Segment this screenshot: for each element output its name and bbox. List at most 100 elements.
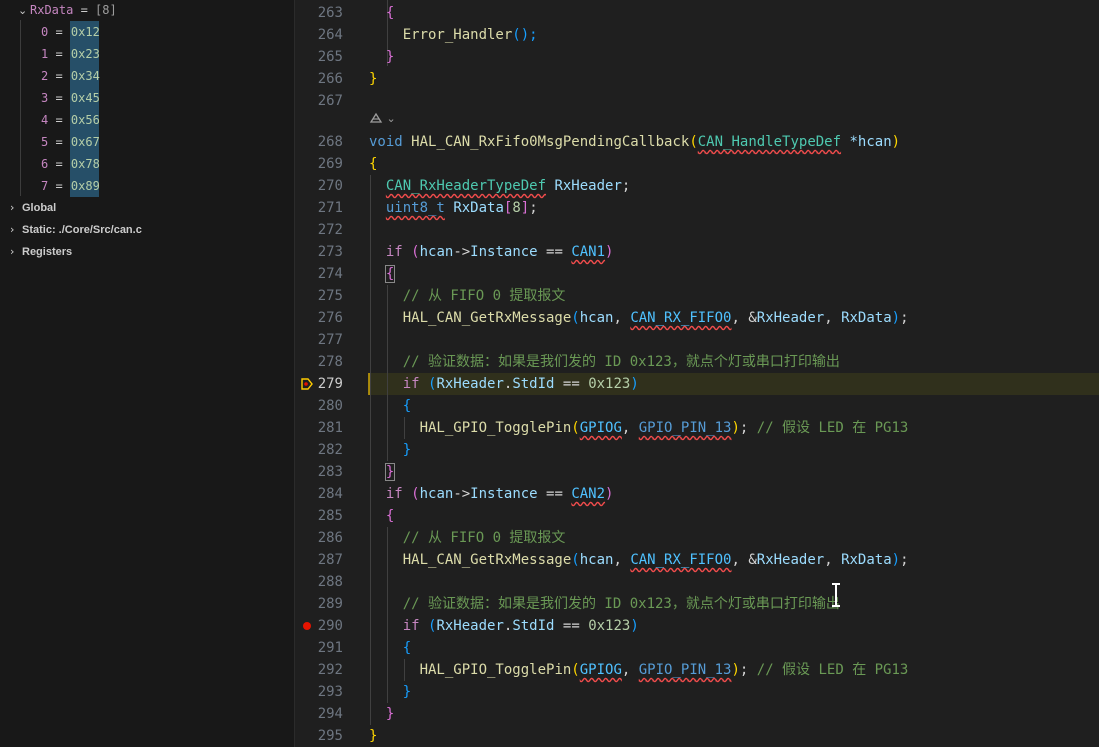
rxdata-variable-row[interactable]: ⌄ RxData = [8]: [18, 1, 117, 19]
variables-panel: ⌄ RxData = [8] 0 = 0x12 1 = 0x23 2 = 0x34…: [0, 0, 295, 747]
code-line-295[interactable]: }: [369, 725, 377, 747]
number: 0x123: [588, 618, 631, 634]
chevron-right-icon[interactable]: ›: [10, 241, 22, 263]
brace: }: [369, 728, 378, 744]
macro: CAN_RX_FIFO0: [630, 310, 732, 326]
code-editor[interactable]: 263 264 265 266 267 268 269 270 271 272 …: [296, 0, 1099, 747]
comment: // 从 FIFO 0 提取报文: [402, 530, 566, 546]
macro: CAN1: [571, 244, 606, 260]
line-number: 282: [317, 442, 343, 458]
comment: // 验证数据：如果是我们发的 ID 0x123，就点个灯或串口打印输出: [402, 596, 840, 612]
code-line-293[interactable]: }: [369, 681, 411, 703]
brace: {: [385, 5, 395, 21]
element-value: 0x56: [69, 109, 100, 131]
array-element-row[interactable]: 4 = 0x56: [41, 109, 100, 131]
chevron-down-icon: ⌄: [383, 112, 396, 125]
punct: ();: [512, 27, 538, 43]
array-element-row[interactable]: 7 = 0x89: [41, 175, 100, 197]
element-value: 0x45: [69, 87, 100, 109]
scope-registers[interactable]: › Registers: [10, 241, 72, 263]
line-number: 266: [317, 71, 343, 87]
code-line-269[interactable]: {: [369, 153, 377, 175]
line-number: 274: [317, 266, 343, 282]
function-name: Error_Handler: [402, 27, 513, 43]
line-number: 271: [317, 200, 343, 216]
element-value: 0x89: [69, 175, 100, 197]
code-line-281[interactable]: HAL_GPIO_TogglePin(GPIOG, GPIO_PIN_13); …: [369, 417, 909, 439]
brace: }: [402, 442, 412, 458]
code-line-264[interactable]: Error_Handler();: [369, 24, 538, 46]
var: RxHeader: [756, 552, 825, 568]
code-line-268[interactable]: void HAL_CAN_RxFifo0MsgPendingCallback(C…: [369, 131, 900, 153]
code-line-283[interactable]: }: [369, 461, 396, 483]
line-number: 292: [317, 662, 343, 678]
op: ==: [554, 376, 589, 392]
code-line-278[interactable]: // 验证数据：如果是我们发的 ID 0x123，就点个灯或串口打印输出: [369, 351, 840, 373]
chevron-right-icon[interactable]: ›: [10, 197, 22, 219]
keyword: void: [369, 134, 403, 150]
element-equals: =: [48, 179, 70, 193]
comment: // 从 FIFO 0 提取报文: [402, 288, 566, 304]
brace: {: [385, 508, 395, 524]
scope-label: Static: ./Core/Src/can.c: [22, 224, 142, 236]
var: StdId: [512, 376, 555, 392]
current-execution-arrow-icon[interactable]: [301, 378, 313, 390]
codelens-icon[interactable]: ⌄: [369, 111, 396, 129]
code-line-291[interactable]: {: [369, 637, 411, 659]
type: CAN_HandleTypeDef: [697, 134, 842, 150]
breakpoint-icon[interactable]: [303, 622, 311, 630]
text-cursor-icon: [832, 583, 840, 607]
var: RxData: [841, 310, 892, 326]
chevron-right-icon[interactable]: ›: [10, 219, 22, 241]
line-number: 272: [317, 222, 343, 238]
code-line-276[interactable]: HAL_CAN_GetRxMessage(hcan, CAN_RX_FIFO0,…: [369, 307, 909, 329]
code-line-275[interactable]: // 从 FIFO 0 提取报文: [369, 285, 566, 307]
macro: GPIOG: [579, 420, 622, 436]
code-line-286[interactable]: // 从 FIFO 0 提取报文: [369, 527, 566, 549]
code-line-287[interactable]: HAL_CAN_GetRxMessage(hcan, CAN_RX_FIFO0,…: [369, 549, 909, 571]
array-element-row[interactable]: 5 = 0x67: [41, 131, 100, 153]
array-element-row[interactable]: 1 = 0x23: [41, 43, 100, 65]
array-element-row[interactable]: 6 = 0x78: [41, 153, 100, 175]
keyword: if: [402, 376, 420, 392]
chevron-down-icon[interactable]: ⌄: [18, 2, 30, 20]
array-element-row[interactable]: 0 = 0x12: [41, 21, 100, 43]
code-line-285[interactable]: {: [369, 505, 394, 527]
line-number: 293: [317, 684, 343, 700]
brace: }: [402, 684, 412, 700]
line-number: 283: [317, 464, 343, 480]
comment: // 假设 LED 在 PG13: [756, 420, 909, 436]
macro: GPIO_PIN_13: [638, 662, 732, 678]
array-element-row[interactable]: 2 = 0x34: [41, 65, 100, 87]
line-number: 291: [317, 640, 343, 656]
code-line-294[interactable]: }: [369, 703, 394, 725]
code-line-290[interactable]: if (RxHeader.StdId == 0x123): [369, 615, 639, 637]
code-line-274[interactable]: {: [369, 263, 396, 285]
function-name: HAL_CAN_RxFifo0MsgPendingCallback: [411, 134, 690, 150]
keyword: if: [402, 618, 420, 634]
code-line-266[interactable]: }: [369, 68, 377, 90]
code-line-271[interactable]: uint8_t RxData[8];: [369, 197, 538, 219]
keyword: if: [385, 244, 403, 260]
code-line-280[interactable]: {: [369, 395, 411, 417]
var: hcan: [579, 310, 614, 326]
code-line-282[interactable]: }: [369, 439, 411, 461]
brace: {: [369, 156, 378, 172]
code-line-284[interactable]: if (hcan->Instance == CAN2): [369, 483, 614, 505]
element-equals: =: [48, 135, 70, 149]
element-value: 0x12: [69, 21, 100, 43]
code-line-263[interactable]: {: [369, 2, 394, 24]
scope-global[interactable]: › Global: [10, 197, 56, 219]
code-line-273[interactable]: if (hcan->Instance == CAN1): [369, 241, 614, 263]
code-line-279[interactable]: if (RxHeader.StdId == 0x123): [369, 373, 639, 395]
brace: {: [402, 398, 412, 414]
code-line-292[interactable]: HAL_GPIO_TogglePin(GPIOG, GPIO_PIN_13); …: [369, 659, 909, 681]
array-element-row[interactable]: 3 = 0x45: [41, 87, 100, 109]
line-number: 281: [317, 420, 343, 436]
line-number: 275: [317, 288, 343, 304]
line-number: 295: [317, 728, 343, 744]
code-line-289[interactable]: // 验证数据：如果是我们发的 ID 0x123，就点个灯或串口打印输出: [369, 593, 840, 615]
scope-static[interactable]: › Static: ./Core/Src/can.c: [10, 219, 142, 241]
code-line-270[interactable]: CAN_RxHeaderTypeDef RxHeader;: [369, 175, 630, 197]
code-line-265[interactable]: }: [369, 46, 394, 68]
